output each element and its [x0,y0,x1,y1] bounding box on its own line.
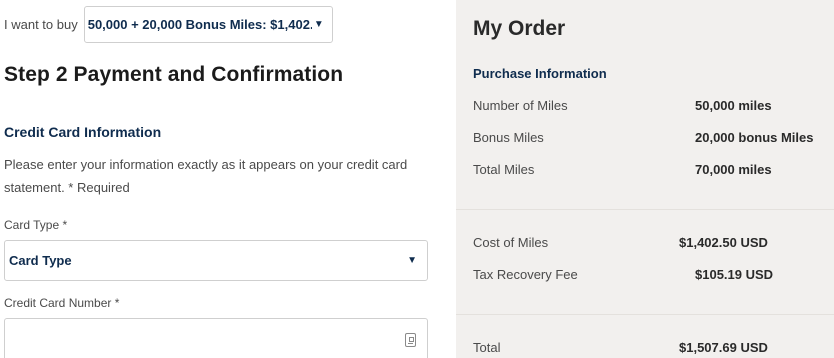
order-row-miles: Number of Miles 50,000 miles [473,98,829,116]
contact-card-icon [405,333,416,347]
card-type-value: Card Type [9,253,72,268]
order-row-total: Total $1,507.69 USD [473,340,829,358]
miles-package-select[interactable]: 50,000 + 20,000 Bonus Miles: $1,402.50 ▼ [83,6,333,43]
order-title: My Order [473,17,566,40]
order-row-value: $1,507.69 USD [679,340,768,355]
order-row-value: 50,000 miles [695,98,772,113]
purchase-info-heading: Purchase Information [473,66,607,81]
divider [456,209,834,210]
order-row-tax: Tax Recovery Fee $105.19 USD [473,267,829,285]
card-number-label: Credit Card Number * [4,296,120,310]
instructions-text: Please enter your information exactly as… [4,157,408,195]
order-row-value: $105.19 USD [695,267,774,282]
credit-card-heading: Credit Card Information [4,124,162,140]
miles-package-value: 50,000 + 20,000 Bonus Miles: $1,402.50 [87,17,312,32]
card-type-select[interactable]: Card Type ▼ [4,240,428,281]
card-number-input[interactable] [4,318,428,358]
chevron-down-icon: ▼ [313,19,324,30]
order-row-label: Total [473,340,501,355]
divider [456,314,834,315]
payment-form-panel: I want to buy 50,000 + 20,000 Bonus Mile… [0,0,456,358]
order-row-value: 70,000 miles [695,162,772,177]
order-row-label: Total Miles [473,162,535,177]
order-row-value: 20,000 bonus Miles [695,130,814,145]
order-row-value: $1,402.50 USD [679,235,768,250]
card-type-label: Card Type * [4,218,68,232]
order-row-bonus: Bonus Miles 20,000 bonus Miles [473,130,829,148]
order-row-label: Bonus Miles [473,130,544,145]
order-summary-panel: My Order Purchase Information Number of … [456,0,834,358]
order-row-label: Number of Miles [473,98,568,113]
order-row-cost: Cost of Miles $1,402.50 USD [473,235,829,253]
order-row-label: Cost of Miles [473,235,549,250]
order-row-total-miles: Total Miles 70,000 miles [473,162,829,180]
order-row-label: Tax Recovery Fee [473,267,578,282]
chevron-down-icon: ▼ [407,255,417,266]
page-title: Step 2 Payment and Confirmation [4,63,344,86]
buy-label: I want to buy [4,17,78,32]
buy-row: I want to buy 50,000 + 20,000 Bonus Mile… [4,6,333,43]
